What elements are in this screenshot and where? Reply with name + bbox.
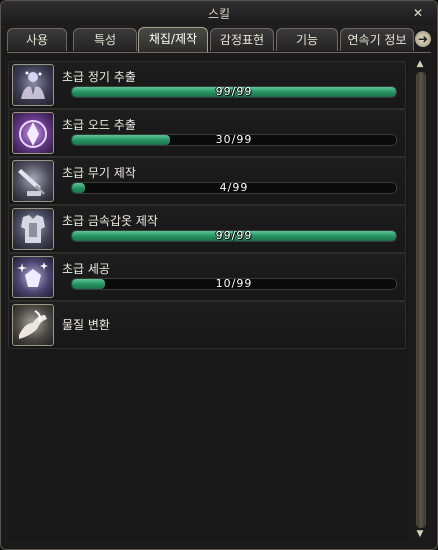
skill-progress-bar: 30/99 [71, 134, 397, 146]
scroll-track[interactable] [416, 72, 426, 528]
skill-row-morph-substance[interactable]: 물질 변환 [8, 301, 406, 349]
skill-progress-bar: 99/99 [71, 86, 397, 98]
skill-row-aether-extraction[interactable]: 초급 오드 추출 30/99 [8, 109, 406, 157]
skill-name: 물질 변환 [62, 318, 110, 332]
skill-name: 초급 금속갑옷 제작 [62, 214, 158, 228]
close-icon[interactable]: ✕ [411, 6, 425, 20]
tab-gathering-crafting[interactable]: 채집/제작 [138, 27, 208, 52]
skill-row-essence-extraction[interactable]: 초급 정기 추출 99/99 [8, 61, 406, 109]
skill-name: 초급 무기 제작 [62, 166, 136, 180]
tab-next-arrow-icon[interactable]: ➜ [415, 31, 431, 47]
morph-substance-icon[interactable] [12, 304, 54, 346]
handicrafting-icon[interactable] [12, 256, 54, 298]
scroll-down-icon[interactable]: ▼ [413, 528, 427, 540]
skill-name: 초급 오드 추출 [62, 118, 136, 132]
tab-emotes[interactable]: 감정표현 [210, 28, 274, 51]
progress-text: 4/99 [219, 182, 249, 194]
tab-traits[interactable]: 특성 [73, 28, 137, 51]
tab-use[interactable]: 사용 [7, 28, 67, 51]
tab-chain-skills[interactable]: 연속기 정보 [340, 28, 414, 51]
skill-row-armorsmithing[interactable]: 초급 금속갑옷 제작 99/99 [8, 205, 406, 253]
tab-bar: 사용 특성 채집/제작 감정표현 기능 연속기 정보 ➜ [7, 27, 431, 52]
skill-row-weaponsmithing[interactable]: 초급 무기 제작 4/99 [8, 157, 406, 205]
scroll-up-icon[interactable]: ▲ [413, 58, 427, 70]
progress-text: 99/99 [215, 230, 253, 242]
skill-progress-bar: 10/99 [71, 278, 397, 290]
scroll-thumb[interactable] [417, 73, 425, 527]
progress-text: 10/99 [215, 278, 253, 290]
window-title: 스킬 [207, 7, 231, 21]
essence-extraction-icon[interactable] [12, 64, 54, 106]
armorsmithing-icon[interactable] [12, 208, 54, 250]
skill-window: 스킬 ✕ 사용 특성 채집/제작 감정표현 기능 연속기 정보 ➜ 초급 정기 … [0, 0, 438, 550]
aether-extraction-icon[interactable] [12, 112, 54, 154]
skill-list-scrollbar[interactable]: ▲ ▼ [413, 58, 427, 540]
title-bar[interactable]: 스킬 ✕ [1, 1, 437, 25]
skill-name: 초급 세공 [62, 262, 110, 276]
skill-name: 초급 정기 추출 [62, 70, 136, 84]
skill-list: 초급 정기 추출 99/99 초급 오드 추출 30/99 초급 무기 제작 4… [8, 58, 408, 540]
skill-progress-bar: 4/99 [71, 182, 397, 194]
tab-divider [7, 52, 431, 53]
weaponsmithing-icon[interactable] [12, 160, 54, 202]
tab-functions[interactable]: 기능 [276, 28, 338, 51]
progress-text: 99/99 [215, 86, 253, 98]
progress-text: 30/99 [215, 134, 253, 146]
skill-row-handicrafting[interactable]: 초급 세공 10/99 [8, 253, 406, 301]
skill-progress-bar: 99/99 [71, 230, 397, 242]
